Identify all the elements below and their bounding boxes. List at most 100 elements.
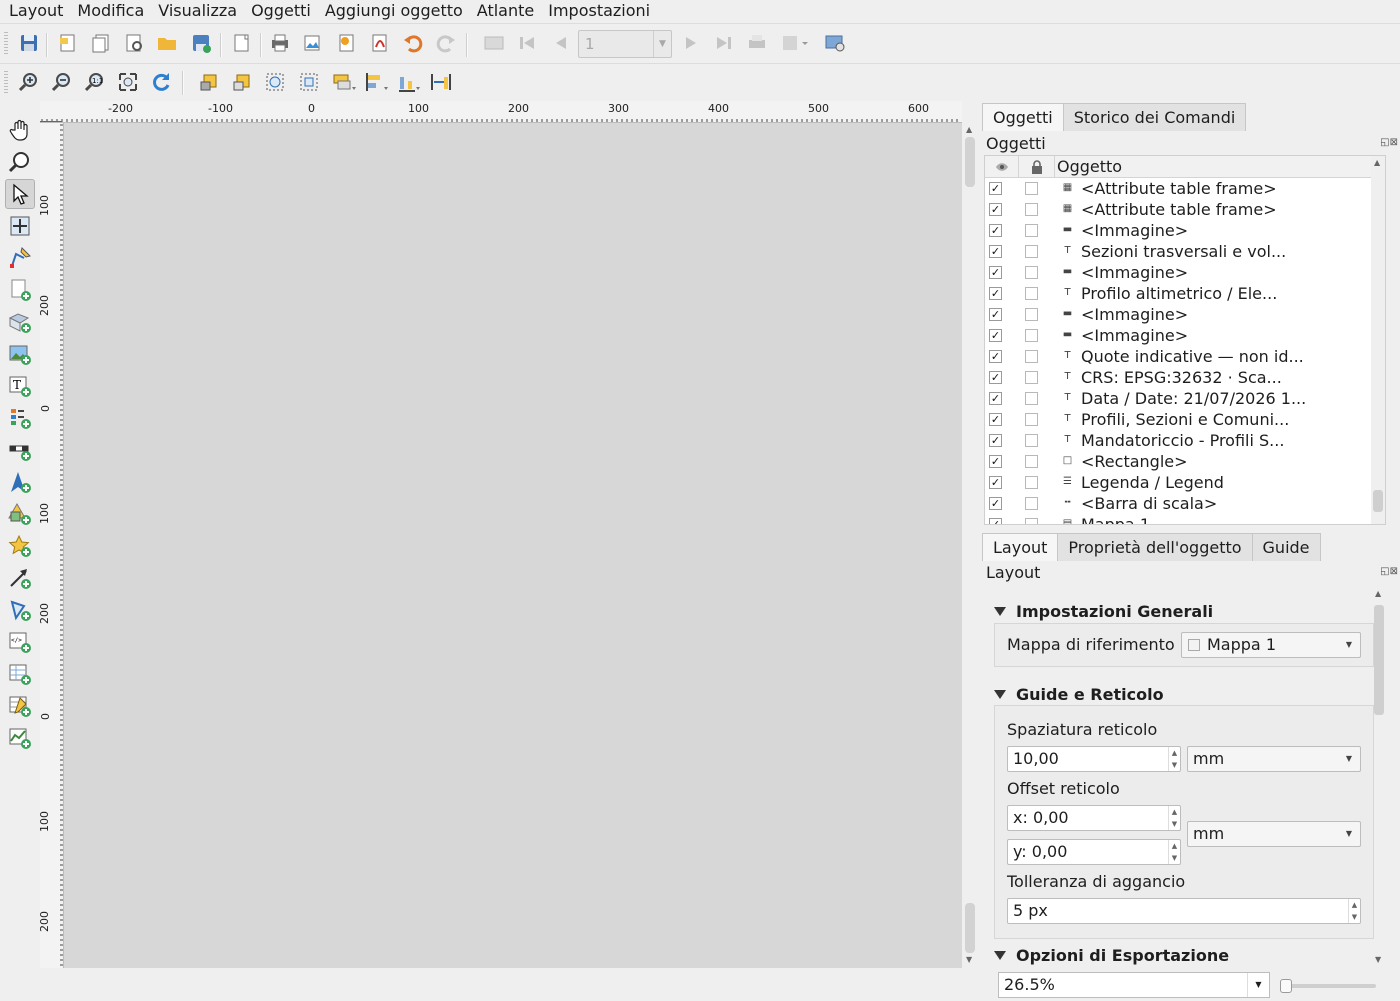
add-attribute-table-icon[interactable]	[5, 659, 35, 689]
list-item[interactable]: ✓ ☰ Legenda / Legend	[985, 472, 1385, 493]
canvas-vertical-scrollbar[interactable]: ▲ ▼	[962, 123, 978, 968]
horizontal-ruler[interactable]: -200 -100 0 100 200 300 400 500 600	[40, 101, 962, 123]
save-template-icon[interactable]	[188, 30, 214, 56]
list-item[interactable]: ✓ T Quote indicative — non id...	[985, 346, 1385, 367]
first-feature-icon[interactable]	[514, 30, 540, 56]
lock-checkbox[interactable]	[1025, 392, 1038, 405]
scroll-thumb[interactable]	[965, 903, 975, 953]
unlock-items-icon[interactable]	[229, 69, 255, 95]
lock-checkbox[interactable]	[1025, 182, 1038, 195]
add-arrow-icon[interactable]	[5, 563, 35, 593]
menu-modifica[interactable]: Modifica	[70, 0, 151, 22]
zoom-tool-icon[interactable]	[5, 147, 35, 177]
list-item[interactable]: ✓ ▬ <Immagine>	[985, 304, 1385, 325]
tab-storico-comandi[interactable]: Storico dei Comandi	[1062, 103, 1247, 131]
export-image-icon[interactable]	[300, 30, 326, 56]
visibility-checkbox[interactable]: ✓	[989, 497, 1002, 510]
lock-checkbox[interactable]	[1025, 476, 1038, 489]
atlas-settings-icon[interactable]	[822, 30, 848, 56]
visibility-checkbox[interactable]: ✓	[989, 203, 1002, 216]
list-item[interactable]: ✓ ▬ <Immagine>	[985, 262, 1385, 283]
next-feature-icon[interactable]	[678, 30, 704, 56]
column-header-oggetto[interactable]: Oggetto	[1057, 157, 1122, 176]
visibility-checkbox[interactable]: ✓	[989, 245, 1002, 258]
tab-proprieta-oggetto[interactable]: Proprietà dell'oggetto	[1057, 533, 1253, 561]
toolbar-grip[interactable]	[4, 71, 8, 95]
tab-guide[interactable]: Guide	[1251, 533, 1321, 561]
open-template-icon[interactable]	[154, 30, 180, 56]
visibility-checkbox[interactable]: ✓	[989, 287, 1002, 300]
list-item[interactable]: ✓ T Sezioni trasversali e vol...	[985, 241, 1385, 262]
zoom-level-combobox[interactable]: 26.5% ▼	[998, 972, 1270, 998]
visibility-checkbox[interactable]: ✓	[989, 329, 1002, 342]
print-atlas-icon[interactable]	[744, 30, 770, 56]
scroll-thumb[interactable]	[965, 137, 975, 187]
atlas-page-combobox[interactable]: 1 ▼	[578, 30, 672, 58]
scroll-up-icon[interactable]: ▲	[1375, 589, 1381, 598]
add-map-icon[interactable]	[5, 275, 35, 305]
scroll-down-icon[interactable]: ▼	[966, 955, 972, 964]
scroll-thumb[interactable]	[1374, 605, 1384, 715]
export-pdf-icon[interactable]	[367, 30, 393, 56]
list-item[interactable]: ✓ ▤ Mappa 1	[985, 514, 1385, 524]
pan-icon[interactable]	[5, 115, 35, 145]
lock-checkbox[interactable]	[1025, 497, 1038, 510]
dock-float-close-icon[interactable]: ◱⊠	[1380, 566, 1398, 577]
menu-oggetti[interactable]: Oggetti	[244, 0, 318, 22]
visibility-checkbox[interactable]: ✓	[989, 371, 1002, 384]
zoom-full-icon[interactable]	[115, 69, 141, 95]
menu-layout[interactable]: Layout	[2, 0, 70, 22]
ungroup-items-icon[interactable]	[296, 69, 322, 95]
add-3d-map-icon[interactable]	[5, 307, 35, 337]
grid-offset-unit-combobox[interactable]: mm ▼	[1187, 821, 1361, 847]
undo-icon[interactable]	[400, 30, 426, 56]
lock-checkbox[interactable]	[1025, 434, 1038, 447]
add-fixed-table-icon[interactable]	[5, 691, 35, 721]
add-elevation-profile-icon[interactable]	[5, 723, 35, 753]
grid-spacing-input[interactable]: 10,00 ▲ ▼	[1007, 746, 1181, 772]
add-legend-icon[interactable]	[5, 403, 35, 433]
list-item[interactable]: ✓ ╍ <Barra di scala>	[985, 493, 1385, 514]
visibility-checkbox[interactable]: ✓	[989, 455, 1002, 468]
add-shape-icon[interactable]	[5, 499, 35, 529]
visibility-checkbox[interactable]: ✓	[989, 413, 1002, 426]
scroll-thumb[interactable]	[1373, 490, 1383, 512]
snap-tolerance-input[interactable]: 5 px ▲ ▼	[1007, 898, 1361, 924]
section-opzioni-esportazione[interactable]: Opzioni di Esportazione	[994, 946, 1229, 965]
lock-checkbox[interactable]	[1025, 266, 1038, 279]
page-setup-icon[interactable]	[229, 30, 255, 56]
list-item[interactable]: ✓ □ <Rectangle>	[985, 451, 1385, 472]
list-item[interactable]: ✓ T Profilo altimetrico / Ele...	[985, 283, 1385, 304]
last-feature-icon[interactable]	[711, 30, 737, 56]
visibility-checkbox[interactable]: ✓	[989, 224, 1002, 237]
layout-panel-scrollbar[interactable]: ▲ ▼	[1372, 587, 1386, 967]
visibility-eye-icon[interactable]	[985, 156, 1019, 178]
grid-offset-x-input[interactable]: x: 0,00 ▲ ▼	[1007, 805, 1181, 831]
scroll-up-icon[interactable]: ▲	[1374, 158, 1380, 167]
add-north-arrow-icon[interactable]	[5, 467, 35, 497]
grid-spacing-unit-combobox[interactable]: mm ▼	[1187, 746, 1361, 772]
visibility-checkbox[interactable]: ✓	[989, 182, 1002, 195]
lock-checkbox[interactable]	[1025, 203, 1038, 216]
redo-icon[interactable]	[433, 30, 459, 56]
add-marker-icon[interactable]	[5, 531, 35, 561]
menu-atlante[interactable]: Atlante	[470, 0, 541, 22]
spin-arrows-icon[interactable]: ▲ ▼	[1168, 806, 1180, 830]
zoom-out-icon[interactable]	[49, 69, 75, 95]
zoom-slider-handle[interactable]	[1280, 979, 1292, 993]
list-item[interactable]: ✓ T Profili, Sezioni e Comuni...	[985, 409, 1385, 430]
lock-checkbox[interactable]	[1025, 245, 1038, 258]
add-polygon-icon[interactable]	[5, 595, 35, 625]
save-project-icon[interactable]	[16, 30, 42, 56]
items-tree[interactable]: Oggetto ✓ ▦ <Attribute table frame> ✓ ▦ <Attr…	[984, 155, 1386, 525]
menu-aggiungi-oggetto[interactable]: Aggiungi oggetto	[318, 0, 470, 22]
refresh-icon[interactable]	[148, 69, 174, 95]
grid-offset-y-input[interactable]: y: 0,00 ▲ ▼	[1007, 839, 1181, 865]
atlas-preview-icon[interactable]	[481, 30, 507, 56]
zoom-slider[interactable]	[1280, 979, 1376, 993]
list-item[interactable]: ✓ T CRS: EPSG:32632 · Sca...	[985, 367, 1385, 388]
add-scalebar-icon[interactable]	[5, 435, 35, 465]
section-guide-reticolo[interactable]: Guide e Reticolo	[994, 685, 1164, 704]
visibility-checkbox[interactable]: ✓	[989, 518, 1002, 524]
lock-checkbox[interactable]	[1025, 350, 1038, 363]
